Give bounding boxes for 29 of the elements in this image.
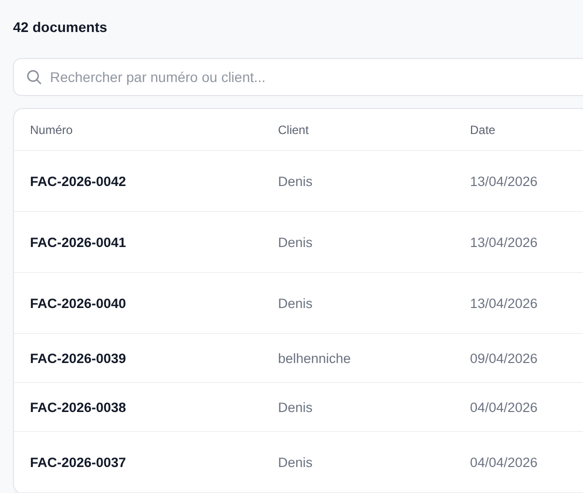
document-date: 13/04/2026: [470, 234, 538, 250]
table-row[interactable]: FAC-2026-0042 Denis 13/04/2026: [14, 151, 583, 212]
search-field[interactable]: Rechercher par numéro ou client...: [13, 58, 583, 96]
document-date: 13/04/2026: [470, 296, 538, 310]
client-name: Denis: [278, 400, 314, 414]
client-name: Denis: [278, 296, 314, 310]
document-number: FAC-2026-0038: [29, 400, 128, 414]
column-header: Client: [278, 122, 310, 136]
client-name: Denis: [278, 454, 314, 470]
page-title: 42 documents: [13, 19, 108, 37]
table-row[interactable]: FAC-2026-0041 Denis 13/04/2026: [14, 212, 583, 273]
table-row[interactable]: FAC-2026-0037 Denis 04/04/2026: [14, 432, 583, 493]
document-number: FAC-2026-0037: [29, 454, 128, 470]
column-header: Numéro: [29, 122, 74, 136]
table-row[interactable]: FAC-2026-0040 Denis 13/04/2026: [14, 273, 583, 334]
table-row[interactable]: FAC-2026-0039 belhenniche 09/04/2026: [14, 334, 583, 383]
document-date: 04/04/2026: [470, 454, 538, 470]
document-date: 04/04/2026: [470, 400, 538, 414]
client-name: belhenniche: [278, 350, 352, 366]
document-date: 09/04/2026: [470, 350, 538, 366]
table-row[interactable]: FAC-2026-0038 Denis 04/04/2026: [14, 383, 583, 432]
document-number: FAC-2026-0040: [29, 296, 128, 310]
client-name: Denis: [278, 234, 314, 250]
document-date: 13/04/2026: [470, 174, 538, 188]
client-name: Denis: [278, 174, 314, 188]
document-number: FAC-2026-0039: [29, 350, 128, 366]
document-number: FAC-2026-0041: [29, 234, 128, 250]
column-header: Date: [470, 122, 496, 136]
document-number: FAC-2026-0042: [29, 174, 128, 188]
